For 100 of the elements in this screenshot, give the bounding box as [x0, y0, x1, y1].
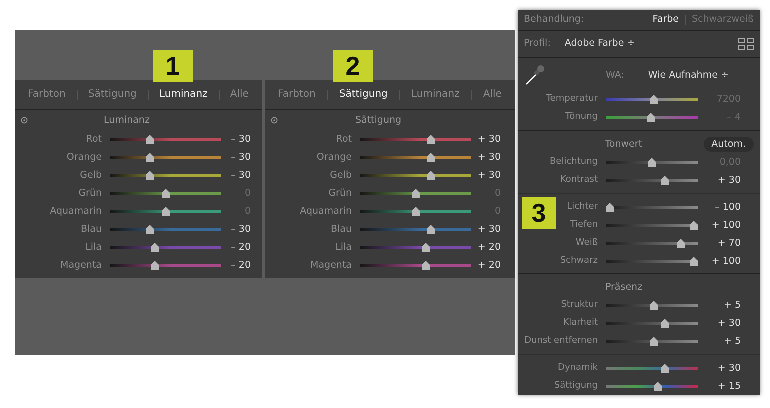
slider-thumb[interactable]	[151, 242, 160, 252]
slider-thumb[interactable]	[412, 206, 420, 216]
slider-thumb[interactable]	[647, 112, 656, 122]
slider-value: – 20	[230, 242, 251, 252]
slider-thumb[interactable]	[412, 188, 420, 198]
tab[interactable]: Luminanz	[408, 87, 463, 102]
slider-thumb[interactable]	[162, 206, 170, 216]
slider-label: Belichtung	[548, 157, 598, 167]
slider-value: – 30	[230, 224, 251, 234]
slider-thumb[interactable]	[422, 260, 430, 270]
slider-value: – 30	[230, 152, 251, 162]
grid-icon[interactable]	[738, 38, 754, 50]
tab[interactable]: Farbton	[25, 87, 69, 102]
slider-value: + 30	[716, 174, 741, 186]
slider-value: + 5	[722, 336, 741, 346]
slider-label: Blau	[80, 224, 102, 234]
slider-value: + 5	[722, 300, 741, 310]
slider-label: Dynamik	[557, 363, 598, 373]
slider-thumb[interactable]	[426, 224, 435, 234]
slider-thumb[interactable]	[426, 152, 435, 162]
slider-label: Sättigung	[553, 381, 598, 391]
slider-thumb[interactable]	[146, 224, 154, 234]
wb-dropdown[interactable]: Wie Aufnahme ÷	[648, 70, 729, 80]
slider-thumb[interactable]	[426, 170, 435, 180]
slider-value: + 20	[476, 260, 501, 270]
slider-label: Tönung	[564, 112, 598, 122]
number-badge: 3	[522, 197, 556, 229]
treatment-option[interactable]: Farbe	[652, 14, 679, 26]
slider-thumb[interactable]	[650, 336, 658, 346]
slider-thumb[interactable]	[650, 300, 658, 310]
eyedropper-icon[interactable]	[524, 64, 546, 86]
slider-label: Magenta	[310, 260, 352, 270]
slider-label: Temperatur	[545, 94, 598, 104]
slider-label: Gelb	[79, 170, 102, 180]
slider-label: Dunst entfernen	[524, 336, 598, 346]
slider-value: + 70	[716, 238, 741, 248]
slider-value: + 30	[476, 170, 501, 180]
slider-thumb[interactable]	[146, 170, 154, 180]
slider-value: – 30	[230, 170, 251, 180]
auto-button[interactable]: Autom.	[704, 136, 754, 152]
slider-label: Aquamarin	[49, 206, 102, 216]
slider-value: + 100	[710, 256, 741, 266]
slider-value: + 15	[716, 380, 741, 392]
slider-label: Orange	[316, 152, 352, 162]
profile-label: Profil:	[524, 38, 551, 50]
slider-label: Rot	[85, 134, 102, 144]
section-title: Sättigung	[354, 114, 403, 126]
slider-thumb[interactable]	[660, 364, 669, 372]
slider-label: Grün	[328, 188, 352, 198]
tab[interactable]: Farbton	[275, 87, 319, 102]
tab[interactable]: Luminanz	[156, 87, 211, 102]
slider-thumb[interactable]	[660, 318, 669, 328]
slider-thumb[interactable]	[677, 238, 686, 248]
slider-value: – 20	[230, 260, 251, 270]
slider-label: Lila	[334, 242, 352, 252]
slider-label: Gelb	[329, 170, 352, 180]
section-title: Präsenz	[604, 282, 644, 292]
target-icon[interactable]	[21, 116, 28, 124]
slider-thumb[interactable]	[654, 382, 662, 390]
tab[interactable]: Alle	[480, 87, 505, 102]
section-title: Luminanz	[103, 114, 151, 126]
slider-label: Struktur	[560, 300, 598, 310]
slider-label: Klarheit	[562, 318, 598, 328]
number-badge: 2	[333, 50, 373, 82]
slider-label: Orange	[66, 152, 102, 162]
slider-label: Grün	[78, 188, 102, 198]
slider-thumb[interactable]	[690, 256, 698, 266]
slider-thumb[interactable]	[660, 176, 669, 184]
slider-thumb[interactable]	[162, 188, 170, 198]
slider-value: + 100	[710, 220, 741, 230]
target-icon[interactable]	[271, 116, 278, 124]
tab[interactable]: Sättigung	[336, 87, 391, 102]
slider-value: + 30	[476, 134, 501, 144]
slider-label: Lila	[84, 242, 102, 252]
slider-value: + 30	[476, 224, 501, 234]
tab[interactable]: Alle	[227, 87, 252, 102]
slider-label: Aquamarin	[299, 206, 352, 216]
slider-label: Weiß	[574, 238, 598, 248]
treatment-label: Behandlung:	[524, 14, 584, 26]
slider-thumb[interactable]	[146, 152, 154, 162]
slider-value: + 20	[476, 242, 501, 252]
slider-thumb[interactable]	[146, 134, 154, 144]
treatment-option[interactable]: Schwarzweiß	[692, 14, 754, 26]
slider-thumb[interactable]	[690, 220, 698, 230]
profile-dropdown[interactable]: Adobe Farbe ÷	[564, 38, 636, 50]
wb-label: WA:	[606, 70, 624, 80]
section-title: Tonwert	[604, 138, 644, 150]
slider-value: + 30	[476, 152, 501, 162]
tab[interactable]: Sättigung	[85, 87, 140, 102]
slider-value: – 100	[714, 202, 741, 212]
slider-value: – 30	[230, 134, 251, 144]
slider-label: Rot	[335, 134, 352, 144]
slider-thumb[interactable]	[650, 94, 658, 104]
slider-thumb[interactable]	[426, 134, 435, 144]
slider-thumb[interactable]	[422, 242, 430, 252]
slider-thumb[interactable]	[606, 202, 614, 212]
slider-thumb[interactable]	[648, 158, 656, 166]
slider-value: + 30	[716, 362, 741, 374]
slider-label: Tiefen	[569, 220, 598, 230]
slider-thumb[interactable]	[151, 260, 160, 270]
